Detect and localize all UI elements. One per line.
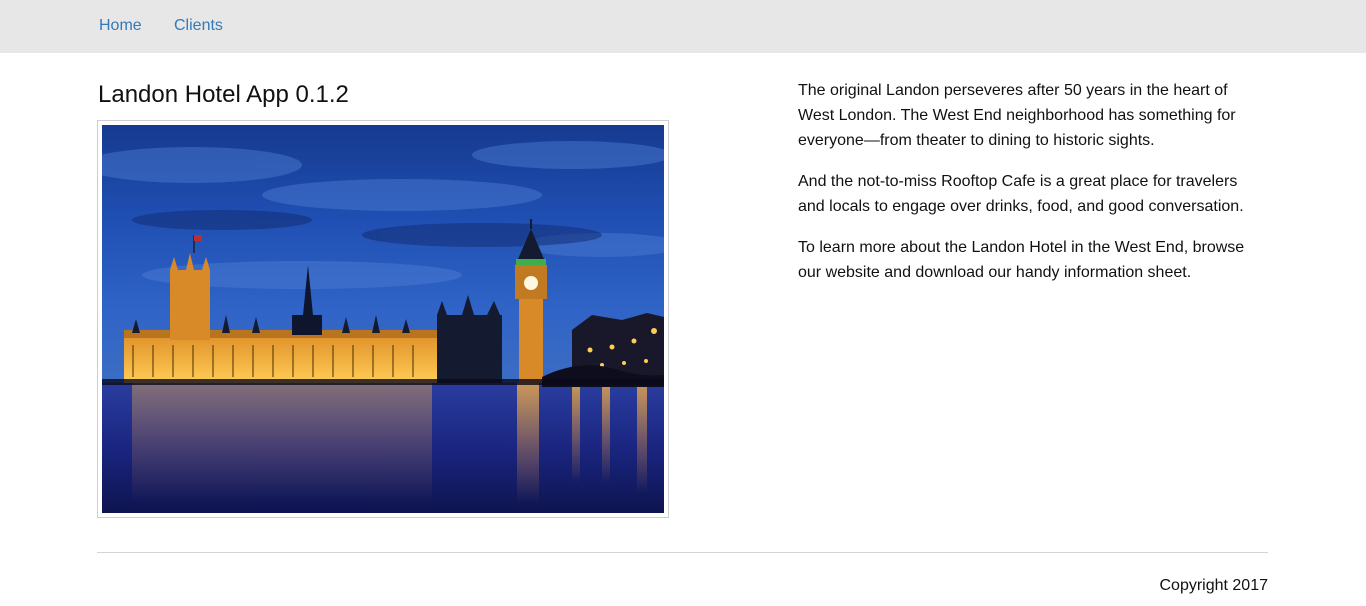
intro-paragraph-3: To learn more about the Landon Hotel in … [798, 239, 1245, 281]
nav-link-clients[interactable]: Clients [174, 17, 223, 35]
parliament-photo [102, 125, 664, 513]
hero-image [97, 120, 669, 518]
page-title: Landon Hotel App 0.1.2 [98, 81, 349, 108]
nav-link-home[interactable]: Home [99, 17, 142, 35]
copyright-text: Copyright 2017 [1159, 577, 1268, 594]
intro-paragraph-1: The original Landon perseveres after 50 … [798, 82, 1236, 149]
intro-text: The original Landon perseveres after 50 … [798, 78, 1258, 301]
footer-divider [97, 552, 1268, 553]
top-navbar: Home Clients [0, 0, 1366, 53]
intro-paragraph-2: And the not-to-miss Rooftop Cafe is a gr… [798, 173, 1244, 215]
